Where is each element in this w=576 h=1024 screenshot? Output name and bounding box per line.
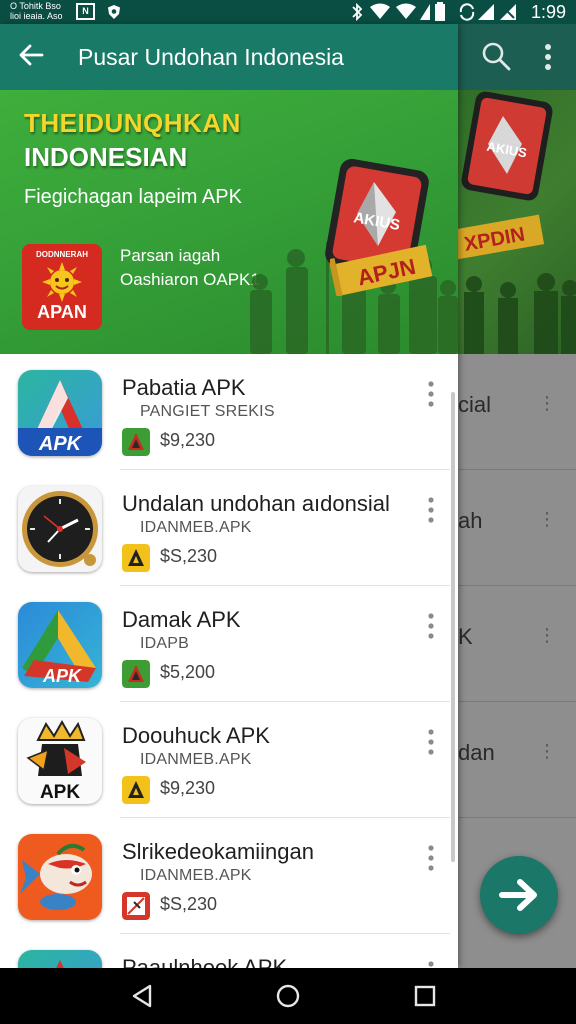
notification-line-2: lioi ieaia. Aso bbox=[10, 11, 63, 21]
more-vert-icon[interactable]: ⋮ bbox=[538, 394, 556, 412]
banner-headline-2: INDONESIAN bbox=[24, 142, 188, 172]
background-list-text: dan bbox=[458, 740, 495, 765]
app-name: Damak APK bbox=[122, 607, 241, 632]
nav-recents-icon[interactable] bbox=[412, 982, 438, 1010]
app-toolbar: Pusar Undohan Indonesia bbox=[0, 24, 458, 90]
background-list-item[interactable]: cial ⋮ bbox=[458, 354, 576, 470]
background-pane[interactable]: AKIUS XPDIN cial ⋮ ah ⋮ K ⋮ dan ⋮ bbox=[458, 24, 576, 968]
banner-app-icon[interactable]: DODNNERAH APAN bbox=[22, 244, 102, 330]
app-price: $9,230 bbox=[160, 430, 216, 450]
more-vert-icon[interactable] bbox=[424, 728, 438, 756]
list-item[interactable]: Paaulnhook APK bbox=[0, 934, 458, 968]
banner-headline: THEIDUNQHKAN bbox=[24, 108, 241, 138]
background-list-item[interactable]: dan ⋮ bbox=[458, 702, 576, 818]
page-title: Pusar Undohan Indonesia bbox=[78, 44, 344, 70]
app-name: Pabatia APK bbox=[122, 375, 246, 400]
notification-box-icon: N bbox=[76, 3, 95, 20]
app-subtitle: IDAPB bbox=[140, 635, 190, 652]
more-vert-icon[interactable] bbox=[424, 496, 438, 524]
app-badge-icon bbox=[122, 776, 150, 804]
banner-app-name: Parsan iagah bbox=[120, 246, 221, 265]
app-price: $S,230 bbox=[160, 894, 218, 914]
background-list-text: ah bbox=[458, 508, 483, 533]
app-badge-icon bbox=[122, 428, 150, 456]
back-arrow-icon[interactable] bbox=[16, 40, 46, 70]
app-price: $5,200 bbox=[160, 662, 216, 682]
battery-icon bbox=[435, 2, 445, 21]
app-subtitle: PANGIET SREKIS bbox=[140, 403, 275, 420]
sun-mascot-icon bbox=[42, 262, 82, 302]
shield-icon bbox=[108, 5, 120, 19]
list-item[interactable]: APK Damak APK IDAPB $5,200 bbox=[0, 586, 458, 702]
background-banner: AKIUS XPDIN bbox=[458, 90, 576, 354]
more-vert-icon[interactable] bbox=[424, 960, 438, 968]
list-item[interactable]: APK Pabatia APK PANGIET SREKIS $9,230 bbox=[0, 354, 458, 470]
more-vert-icon[interactable]: ⋮ bbox=[538, 742, 556, 760]
app-badge-icon bbox=[122, 892, 150, 920]
app-price: $S,230 bbox=[160, 546, 218, 566]
arrow-forward-icon bbox=[499, 879, 537, 911]
more-vert-icon[interactable]: ⋮ bbox=[538, 510, 556, 528]
apk-a-icon bbox=[18, 950, 102, 968]
scrollbar-thumb[interactable] bbox=[451, 392, 455, 862]
apk-triangle-icon: APK bbox=[18, 602, 102, 688]
search-icon[interactable] bbox=[480, 40, 512, 72]
background-list-item[interactable]: K ⋮ bbox=[458, 586, 576, 702]
clock-time: 1:99 bbox=[530, 2, 566, 22]
signal-icon bbox=[478, 4, 494, 20]
app-name: Doouhuck APK bbox=[122, 723, 270, 748]
notification-text: O Tohitk Bso lioi ieaia. Aso bbox=[10, 1, 63, 21]
background-banner-art: AKIUS XPDIN bbox=[458, 91, 576, 354]
app-icon-label: APK bbox=[40, 782, 80, 803]
apk-a-icon: APK bbox=[18, 370, 102, 456]
more-vert-icon[interactable] bbox=[424, 612, 438, 640]
app-subtitle: IDANMEB.APK bbox=[140, 867, 252, 884]
list-item[interactable]: Slrikedeokamiingan IDANMEB.APK $S,230 bbox=[0, 818, 458, 934]
app-name: Undalan undohan aıdonsial bbox=[122, 491, 390, 516]
app-price: $9,230 bbox=[160, 778, 216, 798]
no-signal-icon bbox=[500, 4, 516, 20]
forward-fab-button[interactable] bbox=[480, 856, 558, 934]
app-subtitle: IDANMEB.APK bbox=[140, 751, 252, 768]
app-subtitle: IDANMEB.APK bbox=[140, 519, 252, 536]
status-bar: O Tohitk Bso lioi ieaia. Aso N 1:99 bbox=[0, 0, 576, 24]
app-name: Paaulnhook APK bbox=[122, 955, 288, 968]
notification-line-1: O Tohitk Bso bbox=[10, 1, 61, 11]
banner-app-icon-top-text: DODNNERAH bbox=[36, 250, 88, 259]
app-name: Slrikedeokamiingan bbox=[122, 839, 314, 864]
list-item[interactable]: APK Doouhuck APK IDANMEB.APK $9,230 bbox=[0, 702, 458, 818]
background-list-text: K bbox=[458, 624, 473, 649]
app-badge-icon bbox=[122, 660, 150, 688]
app-icon-label: APK bbox=[38, 433, 83, 455]
bluetooth-icon bbox=[352, 3, 363, 21]
overflow-menu-icon[interactable] bbox=[538, 42, 558, 72]
banner-ribbon: APJN bbox=[330, 244, 433, 296]
nav-home-icon[interactable] bbox=[274, 982, 302, 1010]
apk-crown-icon: APK bbox=[18, 718, 102, 804]
rotate-icon bbox=[459, 3, 475, 21]
system-nav-bar bbox=[0, 968, 576, 1024]
wifi-icon-secondary bbox=[396, 3, 416, 19]
banner-subtitle: Fiegichagan lapeim APK bbox=[24, 186, 242, 208]
background-toolbar bbox=[458, 24, 576, 90]
fish-icon bbox=[18, 834, 102, 920]
promo-banner[interactable]: THEIDUNQHKAN INDONESIAN Fiegichagan lape… bbox=[0, 90, 458, 354]
app-icon-label: APK bbox=[42, 666, 83, 686]
main-pane: Pusar Undohan Indonesia THEIDUNQHKAN IND… bbox=[0, 24, 458, 968]
nav-back-icon[interactable] bbox=[128, 982, 156, 1010]
cellular-signal-icon bbox=[420, 4, 430, 20]
background-list-item[interactable]: ah ⋮ bbox=[458, 470, 576, 586]
more-vert-icon[interactable]: ⋮ bbox=[538, 626, 556, 644]
banner-app-icon-label: APAN bbox=[37, 302, 87, 322]
clock-icon bbox=[18, 486, 102, 572]
list-item[interactable]: Undalan undohan aıdonsial IDANMEB.APK $S… bbox=[0, 470, 458, 586]
more-vert-icon[interactable] bbox=[424, 844, 438, 872]
background-list-text: cial bbox=[458, 392, 492, 417]
wifi-icon bbox=[370, 3, 390, 19]
app-badge-icon bbox=[122, 544, 150, 572]
more-vert-icon[interactable] bbox=[424, 380, 438, 408]
